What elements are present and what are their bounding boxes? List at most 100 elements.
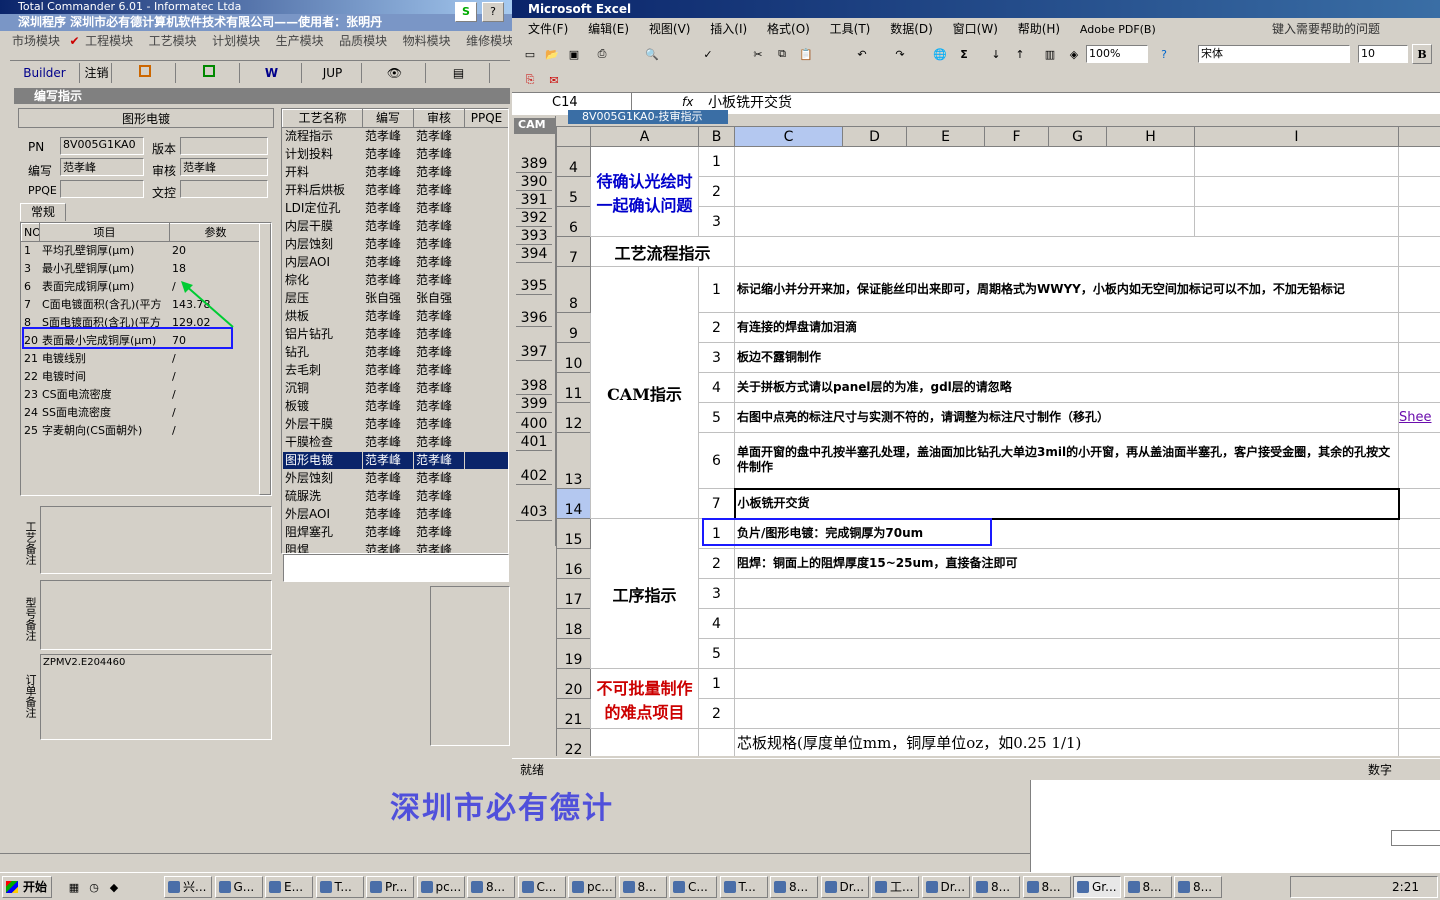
- column-header-d[interactable]: D: [842, 126, 907, 147]
- help-icon[interactable]: ?: [1154, 44, 1174, 64]
- cell-b[interactable]: 5: [698, 638, 735, 669]
- cell-b[interactable]: 4: [698, 608, 735, 639]
- help-search-box[interactable]: 键入需要帮助的问题: [1272, 20, 1380, 37]
- params-row[interactable]: 24 SS面电流密度 /: [21, 403, 262, 422]
- cell-extra[interactable]: [1398, 668, 1440, 699]
- process-row[interactable]: 内层AOI 范孝峰 范孝峰: [282, 253, 508, 272]
- row-header[interactable]: 7: [556, 236, 591, 267]
- cell-extra[interactable]: [1398, 176, 1440, 207]
- column-header-extra[interactable]: [1398, 126, 1440, 147]
- row-header[interactable]: 19: [556, 638, 591, 669]
- cell-c[interactable]: [734, 206, 1195, 237]
- cell-extra[interactable]: [1398, 342, 1440, 373]
- font-size-select[interactable]: 10: [1358, 45, 1408, 63]
- taskbar-item[interactable]: Dr...: [921, 876, 970, 898]
- cell-i[interactable]: [1194, 146, 1399, 177]
- row-header[interactable]: 10: [556, 342, 591, 373]
- section-cam[interactable]: CAM指示: [590, 266, 699, 519]
- taskbar-item[interactable]: 8...: [1022, 876, 1071, 898]
- start-button[interactable]: 开始: [2, 876, 52, 898]
- menu-format[interactable]: 格式(O): [767, 22, 810, 36]
- process-row[interactable]: 硫脲洗 范孝峰 范孝峰: [282, 487, 508, 506]
- params-row[interactable]: 21 电镀线别 /: [21, 349, 262, 368]
- cell-b[interactable]: 3: [698, 206, 735, 237]
- taskbar-item[interactable]: 8...: [972, 876, 1020, 898]
- drawing-icon[interactable]: ◈: [1064, 44, 1084, 64]
- wenkong-field[interactable]: [180, 180, 268, 198]
- taskbar-item[interactable]: 8...: [770, 876, 818, 898]
- section-confirm[interactable]: 待确认光绘时一起确认问题: [590, 146, 699, 237]
- logout-button[interactable]: 注销: [82, 63, 112, 83]
- taskbar-item[interactable]: E...: [265, 876, 313, 898]
- process-row[interactable]: 板镀 范孝峰 范孝峰: [282, 397, 508, 416]
- taskbar-item[interactable]: 8...: [618, 876, 667, 898]
- cell-b[interactable]: 2: [698, 312, 735, 343]
- row-header[interactable]: 16: [556, 548, 591, 579]
- row-header[interactable]: 5: [556, 176, 591, 207]
- order-note-field[interactable]: ZPMV2.E204460: [40, 654, 272, 740]
- cell-c[interactable]: 阻焊：铜面上的阻焊厚度15~25um，直接备注即可: [734, 548, 1399, 579]
- cell-b[interactable]: 4: [698, 372, 735, 403]
- taskbar-item[interactable]: 工...: [871, 876, 919, 898]
- cell-c[interactable]: [734, 236, 1399, 267]
- cell-c[interactable]: [734, 176, 1195, 207]
- cell-c[interactable]: 有连接的焊盘请加泪滴: [734, 312, 1399, 343]
- cell-c[interactable]: [734, 578, 1399, 609]
- model-note-field[interactable]: [40, 580, 272, 650]
- cell-c[interactable]: 关于拼板方式请以panel层的为准，gdl层的请忽略: [734, 372, 1399, 403]
- desktop-icon[interactable]: ▦: [64, 877, 84, 897]
- database-icon[interactable]: ▤: [428, 63, 490, 83]
- row-header[interactable]: 11: [556, 372, 591, 403]
- taskbar-item[interactable]: C...: [669, 876, 717, 898]
- params-row[interactable]: 22 电镀时间 /: [21, 367, 262, 386]
- cell-c[interactable]: [734, 668, 1399, 699]
- menu-engineering[interactable]: 工程模块: [85, 34, 133, 48]
- process-row[interactable]: 去毛刺 范孝峰 范孝峰: [282, 361, 508, 380]
- process-row[interactable]: 棕化 范孝峰 范孝峰: [282, 271, 508, 290]
- section-process-flow[interactable]: 工艺流程指示: [590, 236, 735, 267]
- process-row[interactable]: LDI定位孔 范孝峰 范孝峰: [282, 199, 508, 218]
- section-operation[interactable]: 工序指示: [590, 518, 699, 669]
- taskbar-item[interactable]: T...: [719, 876, 768, 898]
- column-header-c[interactable]: C: [734, 126, 843, 147]
- cell-b[interactable]: 2: [698, 176, 735, 207]
- process-row[interactable]: 干膜检查 范孝峰 范孝峰: [282, 433, 508, 452]
- cut-icon[interactable]: ✂: [748, 44, 768, 64]
- row-header[interactable]: 6: [556, 206, 591, 237]
- cell-b[interactable]: 3: [698, 578, 735, 609]
- pn-field[interactable]: 8V005G1KA0: [60, 137, 144, 155]
- cell-i[interactable]: [1194, 176, 1399, 207]
- cell-c[interactable]: [734, 638, 1399, 669]
- cell-b[interactable]: 2: [698, 698, 735, 729]
- column-header-i[interactable]: I: [1194, 126, 1399, 147]
- menu-plan[interactable]: 计划模块: [212, 34, 260, 48]
- process-row[interactable]: 铝片钻孔 范孝峰 范孝峰: [282, 325, 508, 344]
- process-row[interactable]: 层压 张自强 张自强: [282, 289, 508, 308]
- menu-material[interactable]: 物料模块: [403, 34, 451, 48]
- cell-extra[interactable]: [1398, 206, 1440, 237]
- row-header[interactable]: 4: [556, 146, 591, 177]
- cell-extra[interactable]: [1398, 372, 1440, 403]
- preview-icon[interactable]: 🔍: [642, 44, 662, 64]
- row-header[interactable]: 21: [556, 698, 591, 729]
- cell-c[interactable]: [734, 146, 1195, 177]
- cell-a[interactable]: [590, 728, 699, 756]
- chart-icon[interactable]: ▥: [1040, 44, 1060, 64]
- cell-b[interactable]: 2: [698, 548, 735, 579]
- select-all-corner[interactable]: [556, 126, 591, 147]
- params-row[interactable]: 23 CS面电流密度 /: [21, 385, 262, 404]
- new-icon[interactable]: ▭: [520, 44, 540, 64]
- print-icon[interactable]: ⎙: [592, 44, 612, 64]
- builder-button[interactable]: Builder: [10, 63, 80, 83]
- row-header[interactable]: 8: [556, 266, 591, 313]
- process-row[interactable]: 流程指示 范孝峰 范孝峰: [282, 127, 508, 146]
- taskbar-item[interactable]: T...: [315, 876, 364, 898]
- row-header[interactable]: 17: [556, 578, 591, 609]
- taskbar-item[interactable]: Pr...: [366, 876, 414, 898]
- params-row[interactable]: 1 平均孔壁铜厚(μm) 20: [21, 241, 262, 260]
- cell-c[interactable]: 单面开窗的盘中孔按半塞孔处理，盖油面加比钻孔大单边3mil的小开窗，再从盖油面半…: [734, 432, 1399, 489]
- cell-extra[interactable]: [1398, 266, 1440, 313]
- taskbar-item[interactable]: 8...: [1174, 876, 1222, 898]
- cell-extra[interactable]: [1398, 728, 1440, 756]
- cell-extra[interactable]: [1398, 698, 1440, 729]
